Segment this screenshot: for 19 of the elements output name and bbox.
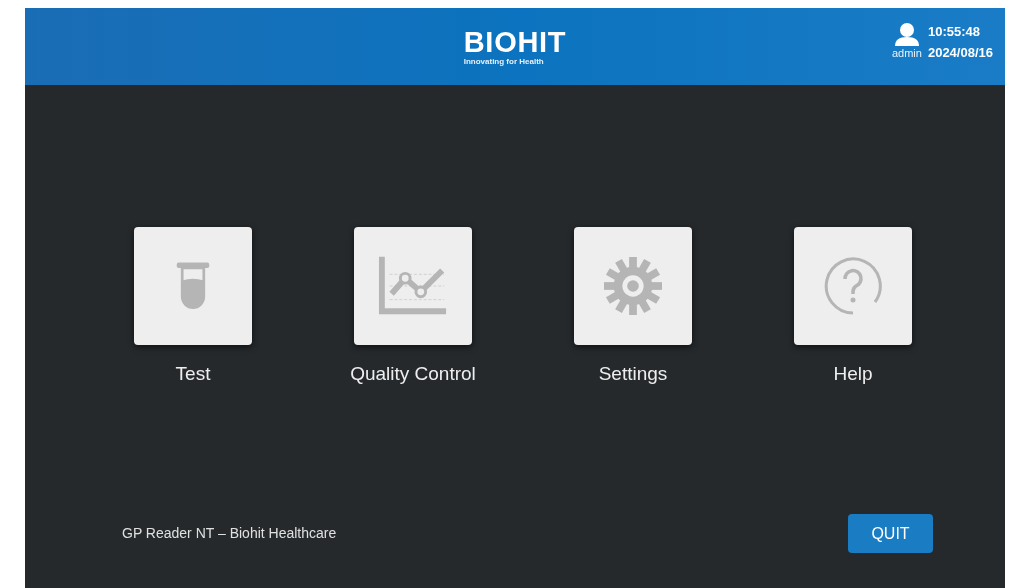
user-name: admin bbox=[891, 46, 922, 60]
user-icon bbox=[893, 22, 920, 46]
line-chart-icon bbox=[378, 255, 448, 317]
menu-tile[interactable] bbox=[354, 227, 472, 345]
gear-icon bbox=[604, 257, 662, 315]
menu-label: Test bbox=[175, 362, 211, 386]
clock-time: 10:55:48 bbox=[927, 24, 981, 39]
clock-date: 2024/08/16 bbox=[927, 45, 993, 60]
quit-button[interactable]: QUIT bbox=[848, 514, 933, 553]
menu-tile[interactable] bbox=[794, 227, 912, 345]
menu-tile[interactable] bbox=[574, 227, 692, 345]
help-icon bbox=[823, 256, 883, 316]
menu-tile[interactable] bbox=[134, 227, 252, 345]
tagline: Innovating for Health bbox=[463, 56, 544, 67]
menu-label: Quality Control bbox=[350, 362, 476, 386]
menu-label: Help bbox=[833, 362, 873, 386]
logo-text: BIOHIT bbox=[463, 26, 567, 57]
menu-label: Settings bbox=[598, 362, 668, 386]
footer-text: GP Reader NT – Biohit Healthcare bbox=[122, 524, 337, 543]
